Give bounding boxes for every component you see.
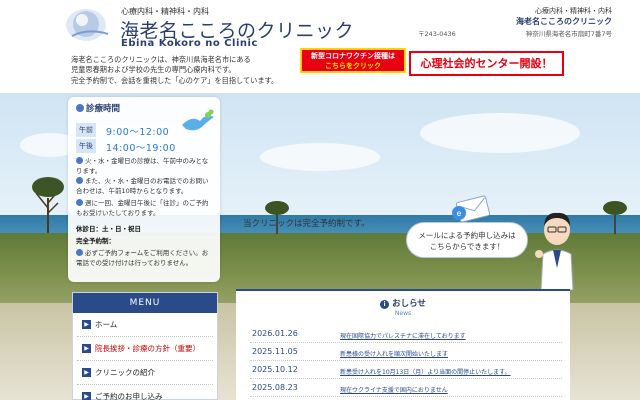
reservation-label: 完全予約制：	[76, 237, 214, 247]
doctor-illustration-icon	[535, 212, 574, 290]
hero-reservation-text: 当クリニックは完全予約制です。	[243, 219, 370, 229]
menu-item-reservation[interactable]: ▶ ご予約のお申し込み	[77, 387, 213, 400]
hours-time: 9:00～12:00	[106, 127, 170, 138]
svg-text:e: e	[457, 209, 462, 218]
mail-icon[interactable]: e	[450, 195, 492, 223]
clock-icon	[76, 104, 84, 112]
note-bullet-icon	[76, 157, 83, 164]
news-item[interactable]: 2025.11.05 新患様の受け入れを順次開始いたします	[250, 345, 562, 361]
address: 神奈川県海老名市扇町7番7号	[525, 30, 612, 38]
hours-row-afternoon: 午後 14:00～19:00	[76, 139, 214, 154]
psychosocial-center-banner[interactable]: 心理社会的センター開設！	[409, 51, 564, 76]
clinic-logo-icon[interactable]	[62, 6, 114, 44]
news-subtitle: News	[394, 310, 412, 317]
news-date: 2025.08.23	[252, 383, 298, 392]
covid-banner-line: こちらをクリック	[325, 61, 381, 70]
speech-line: こちらからできます！	[429, 242, 505, 251]
side-menu: MENU ▶ ホーム ▶ 院長挨拶・診療の方針（重要） ▶ クリニックの紹介 ▶…	[72, 292, 218, 400]
hours-title-text: 診療時間	[86, 104, 121, 114]
menu-item-label: ホーム	[95, 320, 118, 329]
header-intro: 海老名こころのクリニックは、神奈川県海老名市にある 児童思春期および学校の先生の…	[71, 55, 301, 86]
hours-panel: 診療時間 午前 9:00～12:00 午後 14:00～19:00 火・水・金曜…	[68, 97, 220, 282]
news-link[interactable]: 新患様の受け入れを順次開始いたします	[340, 349, 560, 358]
chevron-right-icon: ▶	[82, 368, 91, 377]
hours-row-morning: 午前 9:00～12:00	[76, 123, 214, 138]
news-link[interactable]: 現在ウクライナ支援で国内におりません	[340, 385, 560, 394]
reservation-note[interactable]: 必ずご予約フォームをご利用ください。お電話での受け付けは行っておりません。	[76, 249, 214, 268]
news-date: 2025.10.12	[252, 365, 298, 374]
hours-time: 14:00～19:00	[106, 143, 176, 154]
speech-line: メールによる予約申し込みは	[418, 231, 516, 240]
closed-days-text: 休診日：土・日・祝日	[76, 225, 141, 233]
news-date: 2026.01.26	[252, 329, 298, 338]
menu-item-home[interactable]: ▶ ホーム	[77, 315, 213, 337]
chevron-right-icon: ▶	[82, 344, 91, 353]
hours-note: また、火・水・金曜日のお電話でのお問い合わせは、午前10時からとなります。	[76, 177, 214, 196]
menu-item-label: クリニックの紹介	[95, 368, 155, 377]
news-item[interactable]: 2025.08.23 現在ウクライナ支援で国内におりません	[250, 381, 562, 397]
news-title: i おしらせ	[236, 297, 570, 309]
logo-english: Ebina Kokoro no Clinic	[121, 38, 258, 49]
intro-line: 完全予約制で、会話を重視した「心のケア」を目指しています。	[71, 75, 279, 85]
tree-icon	[32, 177, 64, 233]
covid-banner-line: 新型コロナワクチン接種は	[311, 52, 395, 60]
email-reservation-bubble[interactable]: メールによる予約申し込みは こちらからできます！	[406, 222, 528, 258]
news-date: 2025.11.05	[252, 347, 298, 356]
tree-icon	[603, 201, 627, 234]
menu-item-label: 院長挨拶・診療の方針（重要）	[95, 344, 200, 353]
news-link[interactable]: 新患受け入れを10月13日（月）より当面の間停止いたします。	[340, 367, 560, 376]
reservation-note-text: 必ずご予約フォームをご利用ください。お電話での受け付けは行っておりません。	[76, 249, 209, 267]
info-icon: i	[380, 300, 390, 309]
menu-item-clinic-intro[interactable]: ▶ クリニックの紹介	[77, 363, 213, 385]
news-link[interactable]: 現在国際協力でパレスチナに滞在しております	[340, 331, 560, 340]
hours-note: 週に一回、金曜日午後に「往診」のご予約もお受けいたしております。	[76, 199, 214, 218]
note-bullet-icon	[76, 177, 83, 184]
news-section: i おしらせ News 2026.01.26 現在国際協力でパレスチナに滞在してお…	[236, 289, 570, 400]
news-item[interactable]: 2026.01.26 現在国際協力でパレスチナに滞在しております	[250, 327, 562, 343]
news-title-text: おしらせ	[392, 299, 426, 309]
intro-line: 海老名こころのクリニックは、神奈川県海老名市にある	[71, 55, 251, 64]
header-right-name: 海老名こころのクリニック	[516, 17, 612, 26]
site-header: 心療内科・精神科・内科 海老名こころのクリニック Ebina Kokoro no…	[0, 0, 640, 93]
note-bullet-icon	[76, 199, 83, 206]
cloud	[420, 113, 580, 153]
hours-note-text: 火・水・金曜日の診療は、午前中のみとなります。	[76, 157, 209, 175]
menu-item-director-greeting[interactable]: ▶ 院長挨拶・診療の方針（重要）	[77, 339, 213, 361]
reservation-label-text: 完全予約制：	[76, 237, 115, 245]
hours-note-text: また、火・水・金曜日のお電話でのお問い合わせは、午前10時からとなります。	[76, 177, 209, 195]
cloud	[260, 143, 380, 171]
intro-line: 児童思春期および学校の先生の専門心療内科です。	[71, 65, 236, 75]
news-item[interactable]: 2025.10.12 新患受け入れを10月13日（月）より当面の間停止いたします…	[250, 363, 562, 379]
hours-label: 午後	[76, 139, 96, 153]
chevron-right-icon: ▶	[82, 320, 91, 329]
menu-item-label: ご予約のお申し込み	[95, 392, 163, 400]
note-bullet-icon	[76, 249, 83, 256]
closed-days: 休診日：土・日・祝日	[76, 225, 214, 235]
chevron-right-icon: ▶	[82, 392, 91, 400]
header-right-subtitle: 心療内科・精神科・内科	[535, 7, 612, 15]
covid-vaccine-banner[interactable]: 新型コロナワクチン接種は こちらをクリック	[300, 48, 406, 73]
hours-note: 火・水・金曜日の診療は、午前中のみとなります。	[76, 157, 214, 176]
postal-code: 〒243-0436	[418, 30, 456, 38]
hours-label: 午前	[76, 123, 96, 137]
hours-title: 診療時間	[76, 102, 120, 114]
hours-note-text: 週に一回、金曜日午後に「往診」のご予約もお受けいたしております。	[76, 199, 209, 217]
menu-title: MENU	[73, 293, 217, 313]
